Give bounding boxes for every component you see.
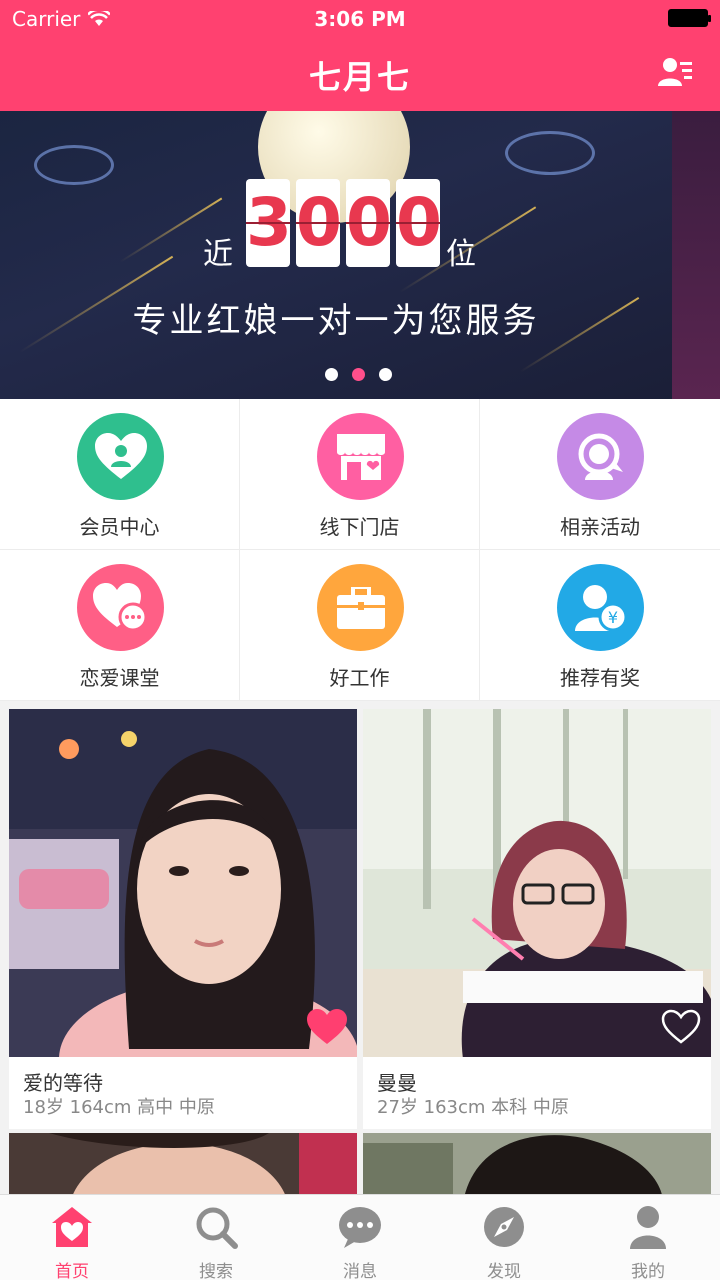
compass-icon (484, 1207, 524, 1247)
counter-digit: 3 (246, 179, 292, 267)
grid-item-offline-store[interactable]: 线下门店 (240, 399, 480, 550)
home-heart-icon (52, 1207, 92, 1247)
status-time: 3:06 PM (314, 7, 406, 31)
grid-item-referral-reward[interactable]: ¥ 推荐有奖 (480, 550, 720, 701)
page-title: 七月七 (308, 58, 411, 96)
tab-label: 我的 (631, 1262, 665, 1280)
tab-search[interactable]: 搜索 (144, 1195, 288, 1280)
grid-item-label: 相亲活动 (560, 515, 640, 539)
tab-mine[interactable]: 我的 (576, 1195, 720, 1280)
profile-photo[interactable] (9, 1133, 357, 1203)
referral-yen-icon: ¥ (557, 564, 644, 651)
feature-grid: 会员中心 线下门店 相亲活动 恋爱课堂 好工作 ¥ 推荐有奖 (0, 399, 720, 701)
grid-item-label: 线下门店 (319, 515, 400, 539)
message-icon (339, 1207, 381, 1248)
user-list-icon[interactable] (658, 56, 692, 88)
grid-item-dating-events[interactable]: 相亲活动 (480, 399, 720, 550)
counter-digit: 0 (296, 179, 342, 267)
svg-text:¥: ¥ (607, 608, 617, 627)
tab-label: 发现 (487, 1262, 521, 1280)
battery-icon (668, 9, 711, 27)
counter-digit: 0 (396, 179, 442, 267)
profile-info: 18岁 164cm 高中 中原 (23, 1097, 215, 1118)
tab-label: 搜索 (199, 1262, 233, 1280)
tab-bar: 首页 搜索 消息 发现 我的 (0, 1194, 720, 1280)
next-slide-peek (672, 111, 720, 399)
person-icon (630, 1206, 666, 1249)
heart-chat-icon (77, 564, 164, 651)
like-heart-icon[interactable] (307, 1009, 347, 1045)
store-icon (317, 413, 404, 500)
counter-digit: 0 (346, 179, 392, 267)
chat-bubble-person-icon (557, 413, 644, 500)
profile-photo[interactable] (9, 709, 357, 1057)
grid-item-label: 恋爱课堂 (79, 666, 160, 690)
grid-item-member-center[interactable]: 会员中心 (0, 399, 240, 550)
cloud-decoration (505, 131, 595, 175)
banner-slogan: 专业红娘一对一为您服务 (132, 301, 540, 341)
profile-photo[interactable] (363, 709, 711, 1057)
carousel-dot[interactable] (325, 368, 338, 381)
carousel-indicator[interactable] (325, 368, 392, 381)
grid-item-good-job[interactable]: 好工作 (240, 550, 480, 701)
member-heart-icon (77, 413, 164, 500)
profile-info: 27岁 163cm 本科 中原 (377, 1097, 569, 1118)
carousel-dot-active[interactable] (352, 368, 365, 381)
profile-photo[interactable] (363, 1133, 711, 1203)
like-heart-outline-icon[interactable] (661, 1009, 701, 1045)
profile-name: 爱的等待 (23, 1071, 103, 1095)
grid-item-label: 好工作 (329, 666, 390, 690)
promo-banner[interactable]: 近 3 0 0 0 位 专业红娘一对一为您服务 (0, 111, 720, 399)
grid-item-label: 会员中心 (79, 515, 160, 539)
status-bar: Carrier 3:06 PM (0, 0, 720, 38)
tab-discover[interactable]: 发现 (432, 1195, 576, 1280)
grid-item-label: 推荐有奖 (560, 666, 640, 690)
search-icon (196, 1207, 238, 1249)
profile-card[interactable]: 曼曼 27岁 163cm 本科 中原 (363, 709, 711, 1129)
briefcase-icon (317, 564, 404, 651)
profile-card[interactable]: 爱的等待 18岁 164cm 高中 中原 (9, 709, 357, 1129)
carousel-dot[interactable] (379, 368, 392, 381)
tab-label: 消息 (343, 1262, 377, 1280)
banner-suffix: 位 (446, 237, 476, 272)
grid-item-love-class[interactable]: 恋爱课堂 (0, 550, 240, 701)
banner-counter: 3 0 0 0 (246, 179, 442, 267)
tab-home[interactable]: 首页 (0, 1195, 144, 1280)
top-bar: Carrier 3:06 PM 七月七 (0, 0, 720, 111)
profile-card[interactable] (9, 1133, 357, 1203)
banner-prefix: 近 (203, 237, 233, 272)
tab-label: 首页 (55, 1262, 89, 1280)
profile-name: 曼曼 (377, 1071, 417, 1095)
profile-card[interactable] (363, 1133, 711, 1203)
tab-messages[interactable]: 消息 (288, 1195, 432, 1280)
cloud-decoration (34, 145, 114, 185)
